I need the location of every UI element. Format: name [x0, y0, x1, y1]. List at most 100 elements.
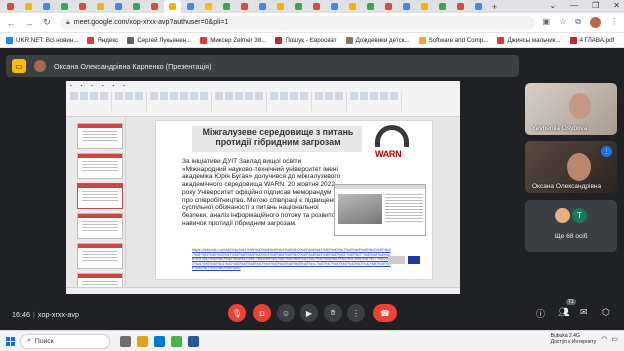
participant-tile[interactable]: ⋮ Оксана Олександрівна — [525, 141, 617, 193]
more-icon[interactable]: ⋮ — [347, 304, 365, 322]
browser-tab[interactable] — [434, 1, 451, 12]
bookmark-item[interactable]: UKR.NET: Всі новин... — [6, 36, 78, 44]
browser-tab[interactable] — [344, 1, 361, 12]
slide-thumbnail[interactable] — [77, 213, 123, 239]
ribbon-button-icon[interactable] — [360, 92, 368, 100]
browser-tab[interactable] — [452, 1, 469, 12]
slide-thumbnail[interactable] — [77, 183, 123, 209]
notification-icon[interactable]: ▭ — [611, 335, 618, 343]
browser-tab[interactable] — [470, 1, 487, 12]
browser-tab[interactable] — [38, 1, 55, 12]
browser-tab[interactable] — [92, 1, 109, 12]
ribbon-button-icon[interactable] — [245, 92, 253, 100]
file-explorer-icon[interactable] — [137, 335, 148, 347]
ribbon-button-icon[interactable] — [150, 92, 158, 100]
address-bar[interactable]: 🔒︎ meet.google.com/xop-xrxx-avp?authuser… — [60, 15, 535, 30]
ribbon-button-icon[interactable] — [315, 92, 323, 100]
browser-tab[interactable] — [2, 1, 19, 12]
edge-icon[interactable] — [154, 335, 165, 347]
ribbon-button-icon[interactable] — [300, 92, 308, 100]
browser-tab[interactable] — [308, 1, 325, 12]
ribbon-button-icon[interactable] — [290, 92, 298, 100]
emoji-icon[interactable]: ☺ — [277, 304, 295, 322]
ribbon-button-icon[interactable] — [200, 92, 208, 100]
bookmark-item[interactable]: Яндекс — [87, 36, 118, 44]
ribbon-button-icon[interactable] — [180, 92, 188, 100]
browser-tab[interactable] — [146, 1, 163, 12]
task-view-icon[interactable] — [120, 335, 131, 347]
more-participants-tile[interactable]: T Ще 68 осіб — [525, 200, 617, 252]
bookmark-item[interactable]: 4 ГЛАВА.pdf — [569, 36, 614, 44]
browser-tab[interactable] — [218, 1, 235, 12]
ribbon-button-icon[interactable] — [350, 92, 358, 100]
ribbon-button-icon[interactable] — [270, 92, 278, 100]
bookmark-item[interactable]: Миксер Zelmer 38... — [200, 36, 266, 44]
browser-tab[interactable] — [182, 1, 199, 12]
taskbar-search[interactable]: ⌕ Поиск — [20, 333, 110, 349]
ribbon-button-icon[interactable] — [390, 92, 398, 100]
ribbon-button-icon[interactable] — [235, 92, 243, 100]
ribbon-button-icon[interactable] — [160, 92, 168, 100]
mic-off-icon[interactable]: 🎙︎ — [228, 304, 246, 322]
present-icon[interactable]: ▶ — [300, 304, 318, 322]
forward-icon[interactable]: → — [24, 18, 34, 28]
ribbon-button-icon[interactable] — [90, 92, 98, 100]
chat-icon[interactable]: ✉︎ — [580, 307, 588, 318]
new-tab-button[interactable]: + — [492, 2, 497, 12]
browser-tab[interactable] — [128, 1, 145, 12]
restore-button[interactable]: ❐ — [592, 1, 599, 10]
chrome-icon[interactable] — [171, 335, 182, 347]
camera-off-icon[interactable]: ◘ — [253, 304, 271, 322]
ribbon-button-icon[interactable] — [255, 92, 263, 100]
ribbon-button-icon[interactable] — [370, 92, 378, 100]
ribbon-button-icon[interactable] — [135, 92, 143, 100]
bookmark-item[interactable]: Джинсы мальчик... — [497, 36, 561, 44]
bookmark-item[interactable]: Дождевики детск... — [345, 36, 410, 44]
back-icon[interactable]: ← — [6, 18, 16, 28]
word-icon[interactable] — [188, 335, 199, 347]
end-call-icon[interactable]: ☎︎ — [373, 304, 397, 322]
browser-menu-icon[interactable]: ⋮ — [610, 17, 618, 28]
ribbon-button-icon[interactable] — [280, 92, 288, 100]
browser-tab[interactable] — [362, 1, 379, 12]
start-button[interactable] — [0, 336, 20, 346]
slide-thumbnail[interactable] — [77, 153, 123, 179]
minimize-button[interactable]: — — [570, 1, 578, 10]
ribbon-button-icon[interactable] — [215, 92, 223, 100]
raise-hand-icon[interactable]: ✋︎ — [324, 304, 342, 322]
browser-tab[interactable] — [74, 1, 91, 12]
browser-tab[interactable] — [20, 1, 37, 12]
browser-tab[interactable] — [290, 1, 307, 12]
ribbon-button-icon[interactable] — [380, 92, 388, 100]
camera-indicator-icon[interactable]: ▣ — [543, 17, 551, 28]
extensions-icon[interactable]: ⧉ — [575, 17, 581, 28]
participant-tile[interactable]: Yevheniia Osypova — [525, 83, 617, 135]
ribbon-button-icon[interactable] — [170, 92, 178, 100]
browser-tab[interactable] — [326, 1, 343, 12]
people-icon[interactable]: 👥︎ — [558, 307, 569, 318]
bookmark-item[interactable]: Сергей Лукьянен... — [127, 36, 191, 44]
activities-icon[interactable]: ⬡ — [602, 307, 610, 318]
ribbon-button-icon[interactable] — [70, 92, 78, 100]
ribbon-button-icon[interactable] — [335, 92, 343, 100]
info-icon[interactable]: ⓘ — [536, 307, 545, 320]
slide-thumbnail[interactable] — [77, 123, 123, 149]
browser-tab[interactable] — [380, 1, 397, 12]
browser-tab[interactable] — [164, 0, 181, 13]
bookmark-item[interactable]: Software and Comp... — [418, 36, 488, 44]
slide-thumbnail[interactable] — [77, 243, 123, 269]
browser-tab[interactable] — [254, 1, 271, 12]
browser-tab[interactable] — [272, 1, 289, 12]
reload-icon[interactable]: ↻ — [42, 17, 52, 28]
close-window-button[interactable]: ✕ — [613, 1, 620, 10]
browser-tab[interactable] — [236, 1, 253, 12]
ribbon-button-icon[interactable] — [125, 92, 133, 100]
ribbon-button-icon[interactable] — [100, 92, 108, 100]
browser-tab[interactable] — [416, 1, 433, 12]
browser-tab[interactable] — [110, 1, 127, 12]
ribbon-button-icon[interactable] — [115, 92, 123, 100]
bookmark-star-icon[interactable]: ☆ — [559, 17, 566, 28]
bookmark-item[interactable]: Пошук - Євросват — [275, 36, 337, 44]
ribbon-button-icon[interactable] — [225, 92, 233, 100]
wifi-icon[interactable]: ◠ — [601, 335, 607, 343]
